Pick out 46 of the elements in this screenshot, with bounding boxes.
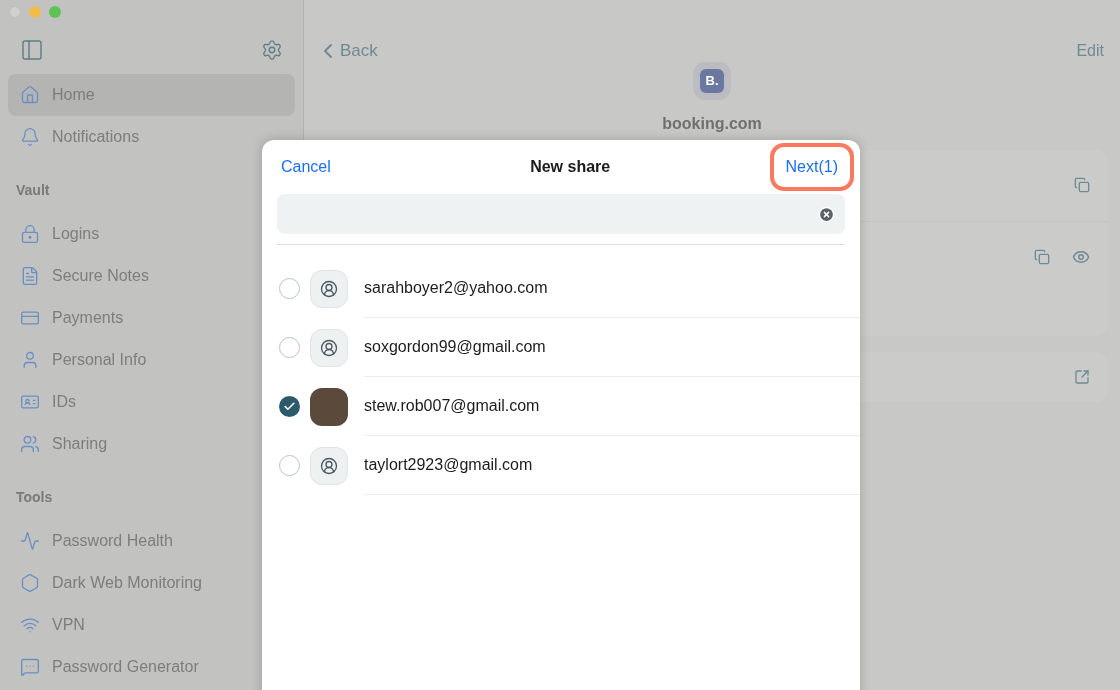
sidebar-item[interactable]: Password Generator [8,646,295,688]
home-icon [20,85,40,105]
edit-button[interactable]: Edit [1076,38,1108,63]
lock-icon [20,224,40,244]
sidebar-item[interactable]: Dark Web Monitoring [8,562,295,604]
clear-icon[interactable] [818,205,835,223]
contact-email: sarahboyer2@yahoo.com [364,278,548,298]
contact-email: taylort2923@gmail.com [364,455,533,475]
photo-placeholder [310,387,348,426]
user-icon [320,279,338,298]
people-icon [20,434,40,454]
sidebar-item[interactable]: Password Health [8,520,295,562]
cancel-button[interactable]: Cancel [281,155,331,179]
dialog-title: New share [530,157,611,177]
contact-email: soxgordon99@gmail.com [364,337,546,357]
sidebar-item[interactable]: IDs [8,381,295,423]
zoom-window-button[interactable] [49,6,61,18]
sidebar-item[interactable]: Logins [8,213,295,255]
sidebar-toggle-icon[interactable] [20,38,44,62]
site-logo: B. [693,61,731,100]
user-icon [320,456,338,475]
external-link-icon[interactable] [1074,368,1090,385]
radio-button[interactable] [279,396,300,417]
next-button[interactable]: Next(1) [769,143,854,191]
bell-icon [20,127,40,147]
search-field[interactable] [277,194,845,234]
site-title: booking.com [662,113,762,134]
pulse-icon [20,531,40,551]
copy-icon[interactable] [1034,248,1050,265]
section-heading: Vault [15,181,51,200]
user-icon [320,338,338,357]
sidebar-item[interactable]: VPN [8,604,295,646]
sidebar-item[interactable]: Secure Notes [8,255,295,297]
sidebar-item[interactable]: Notifications [8,116,295,158]
sidebar-item[interactable]: Payments [8,297,295,339]
chat-icon [20,657,40,677]
note-icon [20,266,40,286]
section-heading: Tools [15,488,54,507]
sidebar-item[interactable]: Personal Info [8,339,295,381]
copy-icon[interactable] [1074,177,1090,193]
check-icon [283,400,296,413]
settings-icon[interactable] [261,39,283,61]
contact-email: stew.rob007@gmail.com [364,396,540,416]
sidebar-item[interactable]: Sharing [8,423,295,465]
hexagon-icon [20,573,40,593]
back-button[interactable]: Back [316,38,378,64]
